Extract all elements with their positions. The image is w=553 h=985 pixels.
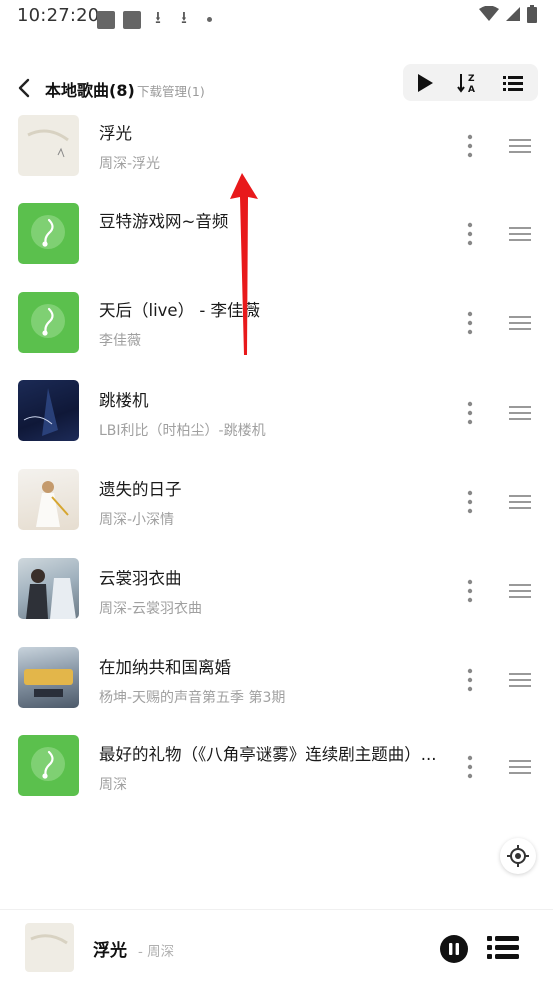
song-title: 遗失的日子 [99, 480, 182, 499]
drag-handle-icon[interactable] [509, 315, 531, 331]
status-time: 10:27:20 [17, 5, 100, 26]
play-icon [418, 74, 433, 92]
more-options-icon[interactable] [462, 489, 478, 515]
sort-az-icon: Z A [457, 74, 475, 95]
song-row[interactable]: 在加纳共和国离婚 杨坤-天赐的声音第五季 第3期 [0, 646, 553, 734]
notification-app-icon [123, 10, 141, 29]
sort-button[interactable]: Z A [454, 69, 482, 97]
song-cover [18, 647, 79, 708]
song-row[interactable]: 天后（live） - 李佳薇 李佳薇 [0, 290, 553, 378]
song-title: 豆特游戏网~音频 [99, 212, 229, 231]
svg-text:A: A [468, 85, 475, 95]
now-playing-artist: - 周深 [138, 944, 175, 960]
song-row[interactable]: 浮光 周深-浮光 [0, 112, 553, 200]
song-row[interactable]: 最好的礼物（《八角亭谜雾》连续剧主题曲）... 周深 [0, 735, 553, 823]
pause-icon[interactable] [439, 934, 469, 964]
song-row[interactable]: 豆特游戏网~音频 [0, 201, 553, 289]
more-options-icon[interactable] [462, 667, 478, 693]
song-cover [18, 558, 79, 619]
locate-current-song-button[interactable] [500, 838, 536, 874]
download-manager-link[interactable]: 下载管理(1) [137, 81, 205, 100]
notification-app-icon [97, 10, 115, 29]
now-playing-cover[interactable] [25, 923, 74, 972]
crosshair-icon [507, 845, 529, 867]
play-all-button[interactable] [411, 69, 439, 97]
song-cover [18, 380, 79, 441]
status-bar: 10:27:20 ⭳ ⭳ [0, 0, 553, 34]
song-row[interactable]: 云裳羽衣曲 周深-云裳羽衣曲 [0, 557, 553, 645]
song-subtitle: 杨坤-天赐的声音第五季 第3期 [99, 690, 286, 706]
drag-handle-icon[interactable] [509, 759, 531, 775]
page-title: 本地歌曲(8) [45, 81, 135, 100]
list-menu-icon [503, 76, 523, 91]
svg-text:Z: Z [468, 74, 475, 84]
song-subtitle: 李佳薇 [99, 333, 141, 349]
more-notifications-dot-icon [207, 17, 212, 22]
list-toolbar: Z A [403, 64, 538, 101]
signal-icon [506, 7, 520, 21]
drag-handle-icon[interactable] [509, 226, 531, 242]
playlist-queue-icon[interactable] [487, 935, 519, 961]
battery-icon [527, 5, 537, 23]
song-subtitle: LBI利比（时柏尘）-跳楼机 [99, 423, 266, 439]
more-options-icon[interactable] [462, 221, 478, 247]
now-playing-title: 浮光 [93, 941, 127, 961]
download-icon: ⭳ [181, 8, 187, 28]
song-title: 云裳羽衣曲 [99, 569, 182, 588]
batch-manage-button[interactable] [499, 69, 527, 97]
back-arrow-icon[interactable] [13, 76, 37, 100]
more-options-icon[interactable] [462, 400, 478, 426]
download-icon: ⭳ [155, 8, 161, 28]
more-options-icon[interactable] [462, 310, 478, 336]
song-cover [18, 292, 79, 353]
song-subtitle: 周深-云裳羽衣曲 [99, 601, 203, 617]
song-row[interactable]: 遗失的日子 周深-小深情 [0, 468, 553, 556]
song-title: 最好的礼物（《八角亭谜雾》连续剧主题曲）... [99, 745, 437, 764]
drag-handle-icon[interactable] [509, 405, 531, 421]
song-title: 在加纳共和国离婚 [99, 658, 231, 677]
wifi-icon [479, 6, 499, 21]
more-options-icon[interactable] [462, 578, 478, 604]
mini-player[interactable]: 浮光 - 周深 [0, 909, 553, 985]
song-subtitle: 周深-小深情 [99, 512, 175, 528]
drag-handle-icon[interactable] [509, 583, 531, 599]
drag-handle-icon[interactable] [509, 138, 531, 154]
song-cover [18, 203, 79, 264]
song-subtitle: 周深-浮光 [99, 156, 161, 172]
song-title: 跳楼机 [99, 391, 149, 410]
notification-icons: ⭳ ⭳ [97, 5, 212, 34]
more-options-icon[interactable] [462, 754, 478, 780]
song-subtitle: 周深 [99, 777, 127, 793]
song-title: 浮光 [99, 124, 132, 143]
song-row[interactable]: 跳楼机 LBI利比（时柏尘）-跳楼机 [0, 379, 553, 467]
drag-handle-icon[interactable] [509, 494, 531, 510]
drag-handle-icon[interactable] [509, 672, 531, 688]
system-icons [479, 5, 537, 23]
song-cover [18, 735, 79, 796]
more-options-icon[interactable] [462, 133, 478, 159]
song-title: 天后（live） - 李佳薇 [99, 301, 261, 320]
page-header: 本地歌曲(8) 下载管理(1) Z A [0, 62, 553, 114]
song-cover [18, 115, 79, 176]
song-cover [18, 469, 79, 530]
